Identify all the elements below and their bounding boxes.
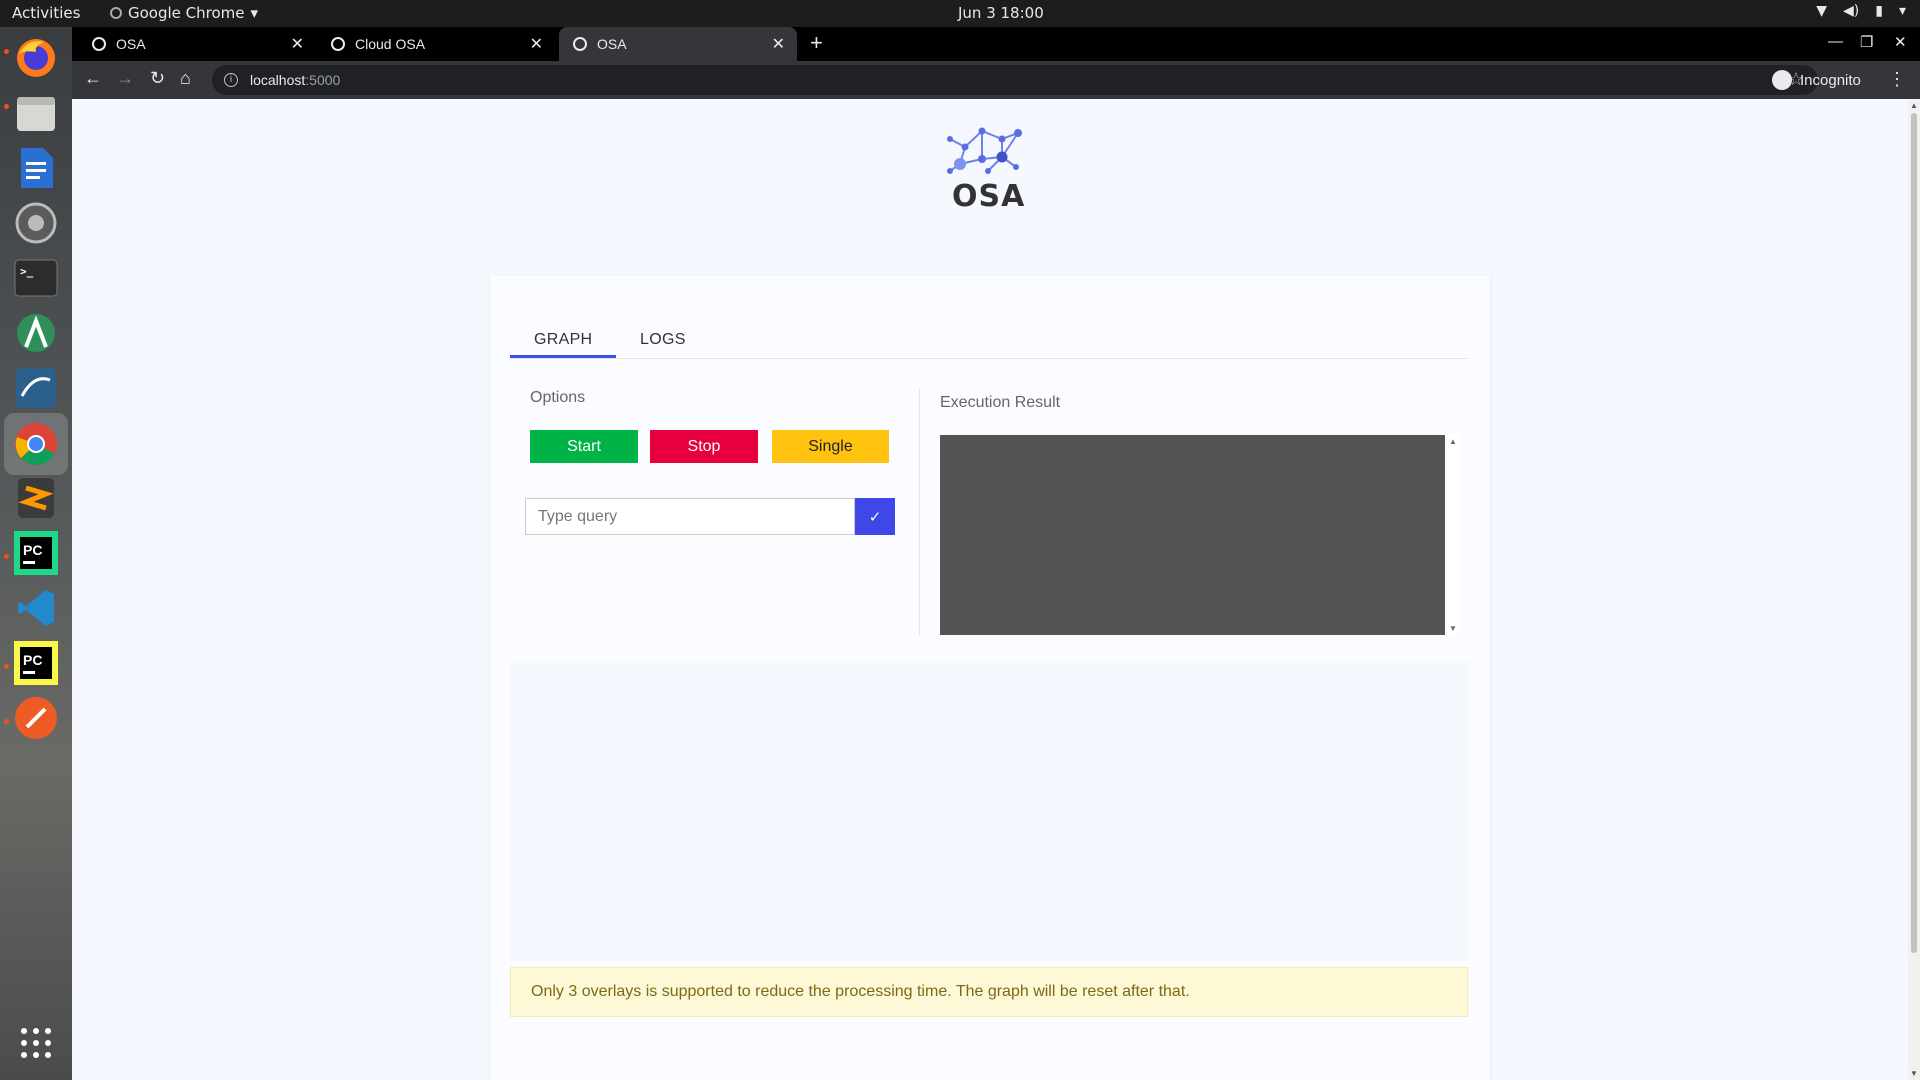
scroll-up-icon[interactable]: ▲ — [1449, 437, 1457, 446]
scroll-down-icon[interactable]: ▼ — [1910, 1069, 1918, 1078]
url-port: :5000 — [305, 72, 341, 88]
reload-icon[interactable]: ↻ — [150, 68, 165, 89]
page-scrollbar[interactable]: ▲ ▼ — [1908, 99, 1920, 1080]
activities-button[interactable]: Activities — [12, 4, 80, 22]
single-button[interactable]: Single — [772, 430, 889, 463]
overlay-limit-alert: Only 3 overlays is supported to reduce t… — [510, 967, 1468, 1017]
app-tabs: GRAPH LOGS — [510, 324, 1468, 359]
volume-icon: ◀) — [1843, 3, 1860, 19]
system-top-bar: Activities Google Chrome ▾ Jun 3 18:00 ▼… — [0, 0, 1920, 27]
start-button[interactable]: Start — [530, 430, 638, 463]
home-icon[interactable]: ⌂ — [180, 68, 191, 89]
chrome-window: OSA ✕ Cloud OSA ✕ OSA ✕ + — ❐ ✕ ← → ↻ ⌂ … — [72, 27, 1920, 1080]
scroll-up-icon[interactable]: ▲ — [1910, 101, 1918, 110]
column-divider — [919, 388, 920, 636]
running-indicator — [4, 554, 9, 559]
incognito-profile[interactable]: Incognito — [1772, 66, 1861, 94]
settings-icon[interactable] — [10, 197, 62, 249]
browser-tab-1[interactable]: OSA ✕ — [78, 27, 316, 61]
close-tab-icon[interactable]: ✕ — [530, 34, 543, 54]
submit-query-button[interactable]: ✓ — [855, 498, 895, 535]
wifi-icon: ▼ — [1816, 3, 1828, 19]
clock[interactable]: Jun 3 18:00 — [958, 4, 1044, 22]
stop-button[interactable]: Stop — [650, 430, 758, 463]
tab-logs[interactable]: LOGS — [616, 324, 710, 358]
site-info-icon[interactable]: i — [224, 73, 238, 87]
terminal-icon[interactable]: >_ — [10, 252, 62, 304]
files-icon[interactable] — [10, 87, 62, 139]
minimize-icon[interactable]: — — [1828, 33, 1843, 50]
incognito-label: Incognito — [1800, 71, 1861, 89]
main-card: GRAPH LOGS Options Start Stop Single Typ… — [490, 276, 1490, 1080]
svg-text:PC: PC — [23, 542, 42, 558]
new-tab-button[interactable]: + — [810, 30, 823, 56]
app-menu[interactable]: Google Chrome ▾ — [110, 4, 258, 22]
system-tray[interactable]: ▼ ◀) ▮ ▾ — [1816, 3, 1906, 19]
sublime-icon[interactable] — [10, 472, 62, 524]
back-icon[interactable]: ← — [84, 68, 102, 89]
tab-title: Cloud OSA — [355, 36, 426, 52]
vscode-icon[interactable] — [10, 582, 62, 634]
url-host: localhost — [250, 72, 306, 88]
postman-icon[interactable] — [10, 692, 62, 744]
address-bar[interactable]: i localhost :5000 ☆ — [212, 65, 1818, 95]
chrome-icon[interactable] — [4, 413, 68, 475]
caret-down-icon: ▾ — [250, 4, 259, 22]
writer-icon[interactable] — [10, 142, 62, 194]
scroll-down-icon[interactable]: ▼ — [1449, 624, 1457, 633]
tab-title: OSA — [116, 36, 146, 52]
options-label: Options — [530, 389, 586, 406]
svg-text:PC: PC — [23, 652, 42, 668]
close-tab-icon[interactable]: ✕ — [772, 34, 785, 54]
tab-strip: OSA ✕ Cloud OSA ✕ OSA ✕ + — ❐ ✕ — [72, 27, 1920, 61]
svg-text:>_: >_ — [20, 265, 34, 278]
chevron-down-icon: ▾ — [1898, 3, 1906, 19]
running-indicator — [4, 719, 9, 724]
globe-icon — [92, 37, 106, 51]
close-window-icon[interactable]: ✕ — [1894, 33, 1907, 51]
graph-canvas[interactable] — [510, 661, 1468, 961]
browser-tab-2[interactable]: Cloud OSA ✕ — [317, 27, 555, 61]
browser-tab-3[interactable]: OSA ✕ — [559, 27, 797, 61]
running-indicator — [4, 104, 9, 109]
logo-text: OSA — [952, 179, 1026, 214]
result-scrollbar[interactable]: ▲ ▼ — [1445, 435, 1460, 635]
battery-icon: ▮ — [1875, 3, 1883, 19]
restore-icon[interactable]: ❐ — [1860, 33, 1873, 51]
app-menu-label: Google Chrome — [128, 4, 245, 22]
running-indicator — [4, 49, 9, 54]
globe-icon — [331, 37, 345, 51]
firefox-icon[interactable] — [10, 32, 62, 84]
web-page: OSA GRAPH LOGS Options Start Stop Single… — [72, 99, 1908, 1080]
execution-result-output[interactable] — [940, 435, 1445, 635]
query-input[interactable]: Type query — [525, 498, 855, 535]
dock: >_ PC PC — [0, 27, 72, 1080]
app-grid-icon[interactable] — [10, 1017, 62, 1069]
tab-title: OSA — [597, 36, 627, 52]
forward-icon[interactable]: → — [116, 68, 134, 89]
browser-toolbar: ← → ↻ ⌂ i localhost :5000 ☆ Incognito ⋮ — [72, 61, 1920, 99]
close-tab-icon[interactable]: ✕ — [291, 34, 304, 54]
mysql-workbench-icon[interactable] — [10, 362, 62, 414]
pycharm-icon[interactable]: PC — [10, 527, 62, 579]
globe-icon — [573, 37, 587, 51]
execution-result-label: Execution Result — [940, 394, 1061, 411]
pycharm-edu-icon[interactable]: PC — [10, 637, 62, 689]
tab-graph[interactable]: GRAPH — [510, 324, 617, 358]
scrollbar-thumb[interactable] — [1911, 113, 1917, 953]
running-indicator — [4, 664, 9, 669]
chrome-menu-icon[interactable]: ⋮ — [1888, 69, 1906, 90]
incognito-icon — [1772, 70, 1792, 90]
chrome-small-icon — [110, 7, 122, 19]
android-studio-icon[interactable] — [10, 307, 62, 359]
